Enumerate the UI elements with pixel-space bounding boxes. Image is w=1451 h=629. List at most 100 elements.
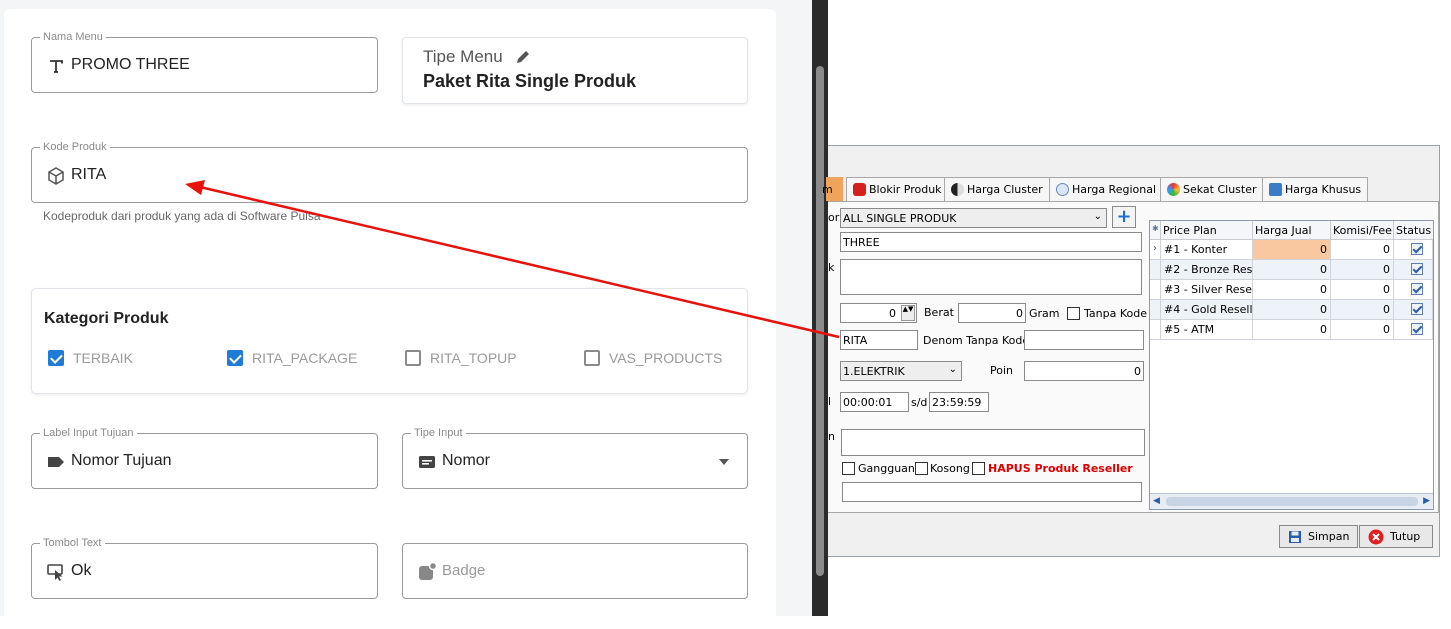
grid-cell-plan[interactable]: #1 - Konter: [1161, 240, 1253, 260]
scroll-left-icon[interactable]: ◀: [1153, 496, 1160, 506]
grid-cell-status[interactable]: [1394, 300, 1433, 320]
tab-blokir-produk[interactable]: Blokir Produk: [846, 177, 949, 201]
circle-icon: [1167, 183, 1180, 196]
tanpa-kode-checkbox[interactable]: [1067, 307, 1080, 320]
nama-produk-input[interactable]: THREE: [840, 232, 1142, 252]
grid-cell-status[interactable]: [1394, 260, 1433, 280]
kategori-checkbox-vas-products[interactable]: VAS_PRODUCTS: [584, 350, 722, 366]
grid-cell-status[interactable]: [1394, 320, 1433, 340]
checkbox-unchecked-icon[interactable]: [405, 350, 421, 366]
grid-cell-plan[interactable]: #2 - Bronze Resel: [1161, 260, 1253, 280]
tab-harga-khusus[interactable]: Harga Khusus: [1262, 177, 1369, 201]
grid-cell-komisi[interactable]: 0: [1331, 300, 1394, 320]
tab-harga-regional[interactable]: Harga Regional: [1049, 177, 1164, 201]
label-input-tujuan-field[interactable]: Label Input Tujuan Nomor Tujuan: [31, 427, 378, 489]
label-input-tujuan-label: Label Input Tujuan: [40, 427, 137, 439]
package-icon: [48, 167, 64, 185]
tab-label: m: [822, 182, 833, 196]
berat-input[interactable]: 0: [958, 303, 1026, 323]
scrollbar-thumb[interactable]: [816, 66, 824, 576]
grid-cell-komisi[interactable]: 0: [1331, 320, 1394, 340]
price-plan-grid: ✱ Price Plan Harga Jual Komisi/Fee Statu…: [1149, 220, 1434, 510]
tutup-button[interactable]: Tutup: [1359, 525, 1433, 548]
grid-header-harga-jual[interactable]: Harga Jual: [1253, 221, 1331, 240]
grid-cell-status[interactable]: [1394, 280, 1433, 300]
kategori-select[interactable]: ALL SINGLE PRODUK ⌄: [840, 208, 1107, 228]
simpan-button[interactable]: Simpan: [1279, 525, 1359, 548]
berat-stepper-value: 0: [889, 307, 896, 320]
table-row[interactable]: #3 - Silver Reselle 0 0: [1150, 280, 1433, 300]
kategori-item-label: RITA_TOPUP: [430, 350, 517, 366]
tab-label: Blokir Produk: [869, 183, 942, 196]
grid-header-price-plan[interactable]: Price Plan: [1161, 221, 1253, 240]
nama-menu-field[interactable]: Nama Menu PROMO THREE: [31, 31, 378, 93]
horizontal-scrollbar[interactable]: ◀ ▶: [1150, 493, 1433, 509]
grid-cell-harga[interactable]: 0: [1253, 280, 1331, 300]
checkbox-checked-icon[interactable]: [227, 350, 243, 366]
kode-produk-field[interactable]: Kode Produk RITA: [31, 141, 748, 203]
poin-input[interactable]: 0: [1024, 361, 1144, 381]
row-selector: [1150, 260, 1161, 280]
table-row[interactable]: #2 - Bronze Resel 0 0: [1150, 260, 1433, 280]
tipe-input-select[interactable]: Tipe Input Nomor: [402, 427, 748, 489]
grid-corner-icon: ✱: [1150, 221, 1161, 240]
tab-produk[interactable]: m: [822, 177, 844, 201]
tipe-menu-card[interactable]: Tipe Menu Paket Rita Single Produk: [402, 37, 748, 104]
status-checkbox[interactable]: [1411, 283, 1423, 295]
scrollbar-thumb[interactable]: [1166, 497, 1418, 506]
berat-stepper[interactable]: 0 ▲▼: [840, 303, 917, 323]
grid-cell-komisi[interactable]: 0: [1331, 240, 1394, 260]
grid-cell-status[interactable]: [1394, 240, 1433, 260]
kategori-checkbox-terbaik[interactable]: TERBAIK: [48, 350, 133, 366]
grid-cell-harga[interactable]: 0: [1253, 300, 1331, 320]
denom-tanpa-kode-input[interactable]: [1024, 330, 1144, 350]
checkbox-unchecked-icon[interactable]: [584, 350, 600, 366]
tab-label: Sekat Cluster: [1183, 183, 1257, 196]
extra-input[interactable]: [842, 482, 1142, 502]
pencil-icon[interactable]: [514, 48, 532, 66]
kosong-checkbox[interactable]: [915, 462, 928, 475]
grid-cell-harga[interactable]: 0: [1253, 320, 1331, 340]
grid-header-komisi[interactable]: Komisi/Fee: [1331, 221, 1394, 240]
status-checkbox[interactable]: [1411, 263, 1423, 275]
grid-cell-plan[interactable]: #5 - ATM: [1161, 320, 1253, 340]
hapus-checkbox[interactable]: [972, 462, 985, 475]
jam-start-input[interactable]: 00:00:01: [840, 392, 909, 412]
status-checkbox[interactable]: [1411, 323, 1423, 335]
kategori-checkbox-rita-topup[interactable]: RITA_TOPUP: [405, 350, 517, 366]
jam-end-input[interactable]: 23:59:59: [929, 392, 989, 412]
grid-cell-harga[interactable]: 0: [1253, 240, 1331, 260]
note-textarea[interactable]: [841, 429, 1145, 456]
chevron-down-icon: ⌄: [948, 364, 957, 375]
tipe-produk-select[interactable]: 1.ELEKTRIK ⌄: [840, 361, 962, 381]
status-checkbox[interactable]: [1411, 243, 1423, 255]
grid-cell-plan[interactable]: #3 - Silver Reselle: [1161, 280, 1253, 300]
spin-arrows-icon[interactable]: ▲▼: [901, 305, 915, 321]
tombol-text-field[interactable]: Tombol Text Ok: [31, 537, 378, 599]
badge-field[interactable]: Badge: [402, 543, 748, 599]
checkbox-checked-icon[interactable]: [48, 350, 64, 366]
table-row[interactable]: › #1 - Konter 0 0: [1150, 240, 1433, 260]
gangguan-checkbox[interactable]: [842, 462, 855, 475]
add-kategori-button[interactable]: +: [1112, 206, 1136, 228]
kode-produk-input[interactable]: RITA: [840, 330, 918, 350]
nama-menu-value: PROMO THREE: [71, 56, 190, 73]
grid-cell-harga[interactable]: 0: [1253, 260, 1331, 280]
tab-harga-cluster[interactable]: Harga Cluster: [944, 177, 1050, 201]
grid-cell-komisi[interactable]: 0: [1331, 260, 1394, 280]
table-row[interactable]: #4 - Gold Reseller 0 0: [1150, 300, 1433, 320]
status-checkbox[interactable]: [1411, 303, 1423, 315]
tipe-produk-value: 1.ELEKTRIK: [843, 365, 905, 378]
kategori-checkbox-rita-package[interactable]: RITA_PACKAGE: [227, 350, 357, 366]
tab-label: Harga Khusus: [1285, 183, 1362, 196]
scroll-right-icon[interactable]: ▶: [1423, 496, 1430, 506]
keterangan-textarea[interactable]: [840, 259, 1142, 295]
grid-cell-plan[interactable]: #4 - Gold Reseller: [1161, 300, 1253, 320]
row-selector-icon: ›: [1150, 240, 1161, 260]
tutup-label: Tutup: [1390, 530, 1421, 543]
dropdown-arrow-icon[interactable]: [719, 459, 729, 465]
grid-cell-komisi[interactable]: 0: [1331, 280, 1394, 300]
tab-sekat-cluster[interactable]: Sekat Cluster: [1160, 177, 1264, 201]
table-row[interactable]: #5 - ATM 0 0: [1150, 320, 1433, 340]
grid-header-status[interactable]: Status: [1394, 221, 1433, 240]
